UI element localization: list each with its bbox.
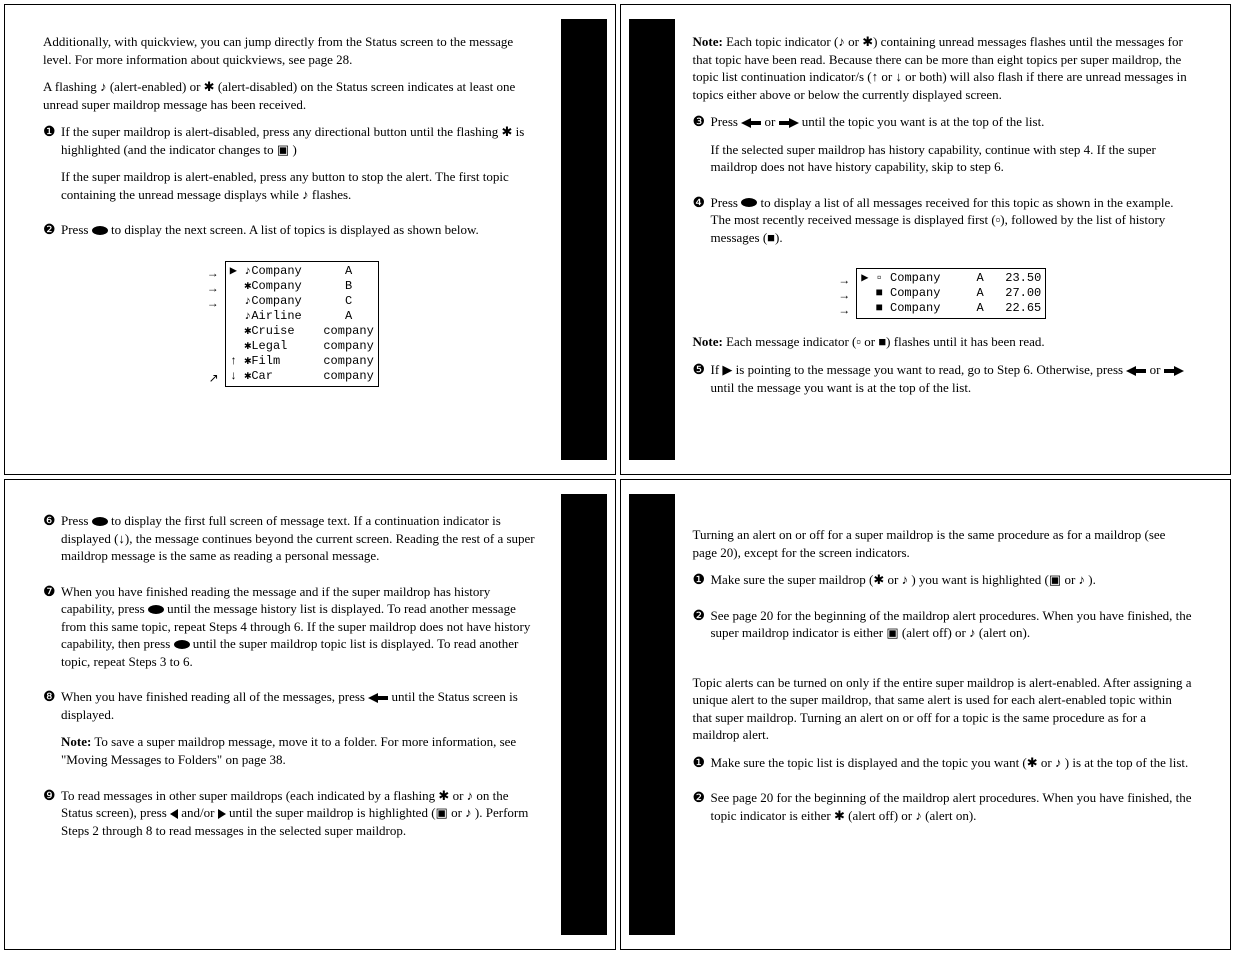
step-7: ❼ When you have finished reading the mes…: [43, 583, 543, 681]
thumb-tab: [629, 494, 675, 935]
intro-para-1: Additionally, with quickview, you can ju…: [43, 33, 543, 68]
alert-disabled-icon: ✱: [204, 79, 215, 94]
alert-intro: Turning an alert on or off for a super m…: [693, 526, 1193, 561]
left-button-icon: [170, 809, 178, 819]
topic-step-1: ❶ Make sure the topic list is displayed …: [693, 754, 1193, 782]
manual-page-2: Note: Each topic indicator (♪ or ✱) cont…: [620, 4, 1232, 475]
up-arrow-button-icon: [741, 118, 761, 128]
thumb-tab: [561, 494, 607, 935]
step-6: ❻ Press to display the first full screen…: [43, 512, 543, 575]
step-2: ❷ Press to display the next screen. A li…: [43, 221, 543, 249]
step-9: ❾ To read messages in other super maildr…: [43, 787, 543, 850]
step-5: ❺ If ▶ is pointing to the message you wa…: [693, 361, 1193, 406]
step-1: ❶ If the super maildrop is alert-disable…: [43, 123, 543, 213]
topic-list-screen: → → → ↗ ▶ ♪Company A ✱Company B ♪Company…: [43, 257, 543, 395]
manual-page-1: Additionally, with quickview, you can ju…: [4, 4, 616, 475]
oval-button-icon: [92, 226, 108, 235]
down-arrow-button-icon: [1164, 366, 1184, 376]
thumb-tab: [629, 19, 675, 460]
right-button-icon: [218, 809, 226, 819]
step-3: ❸ Press or until the topic you want is a…: [693, 113, 1193, 186]
note-topic-indicator: Note: Each topic indicator (♪ or ✱) cont…: [693, 33, 1193, 103]
down-arrow-button-icon: [779, 118, 799, 128]
up-arrow-button-icon: [1126, 366, 1146, 376]
up-arrow-button-icon: [368, 693, 388, 703]
manual-page-4: Turning an alert on or off for a super m…: [620, 479, 1232, 950]
topic-step-2: ❷ See page 20 for the beginning of the m…: [693, 789, 1193, 834]
message-list-screen: → → → ▶ ▫ Company A 23.50 ■ Company A 27…: [693, 264, 1193, 327]
step-8: ❽ When you have finished reading all of …: [43, 688, 543, 778]
alert-step-2: ❷ See page 20 for the beginning of the m…: [693, 607, 1193, 652]
topic-alert-intro: Topic alerts can be turned on only if th…: [693, 674, 1193, 744]
oval-button-icon: [174, 640, 190, 649]
oval-button-icon: [148, 605, 164, 614]
oval-button-icon: [92, 517, 108, 526]
intro-para-2: A flashing ♪ (alert-enabled) or ✱ (alert…: [43, 78, 543, 113]
note-message-indicator: Note: Each message indicator (▫ or ■) fl…: [693, 333, 1193, 351]
thumb-tab: [561, 19, 607, 460]
manual-page-3: ❻ Press to display the first full screen…: [4, 479, 616, 950]
oval-button-icon: [741, 198, 757, 207]
step-4: ❹ Press to display a list of all message…: [693, 194, 1193, 257]
alert-step-1: ❶ Make sure the super maildrop (✱ or ♪ )…: [693, 571, 1193, 599]
